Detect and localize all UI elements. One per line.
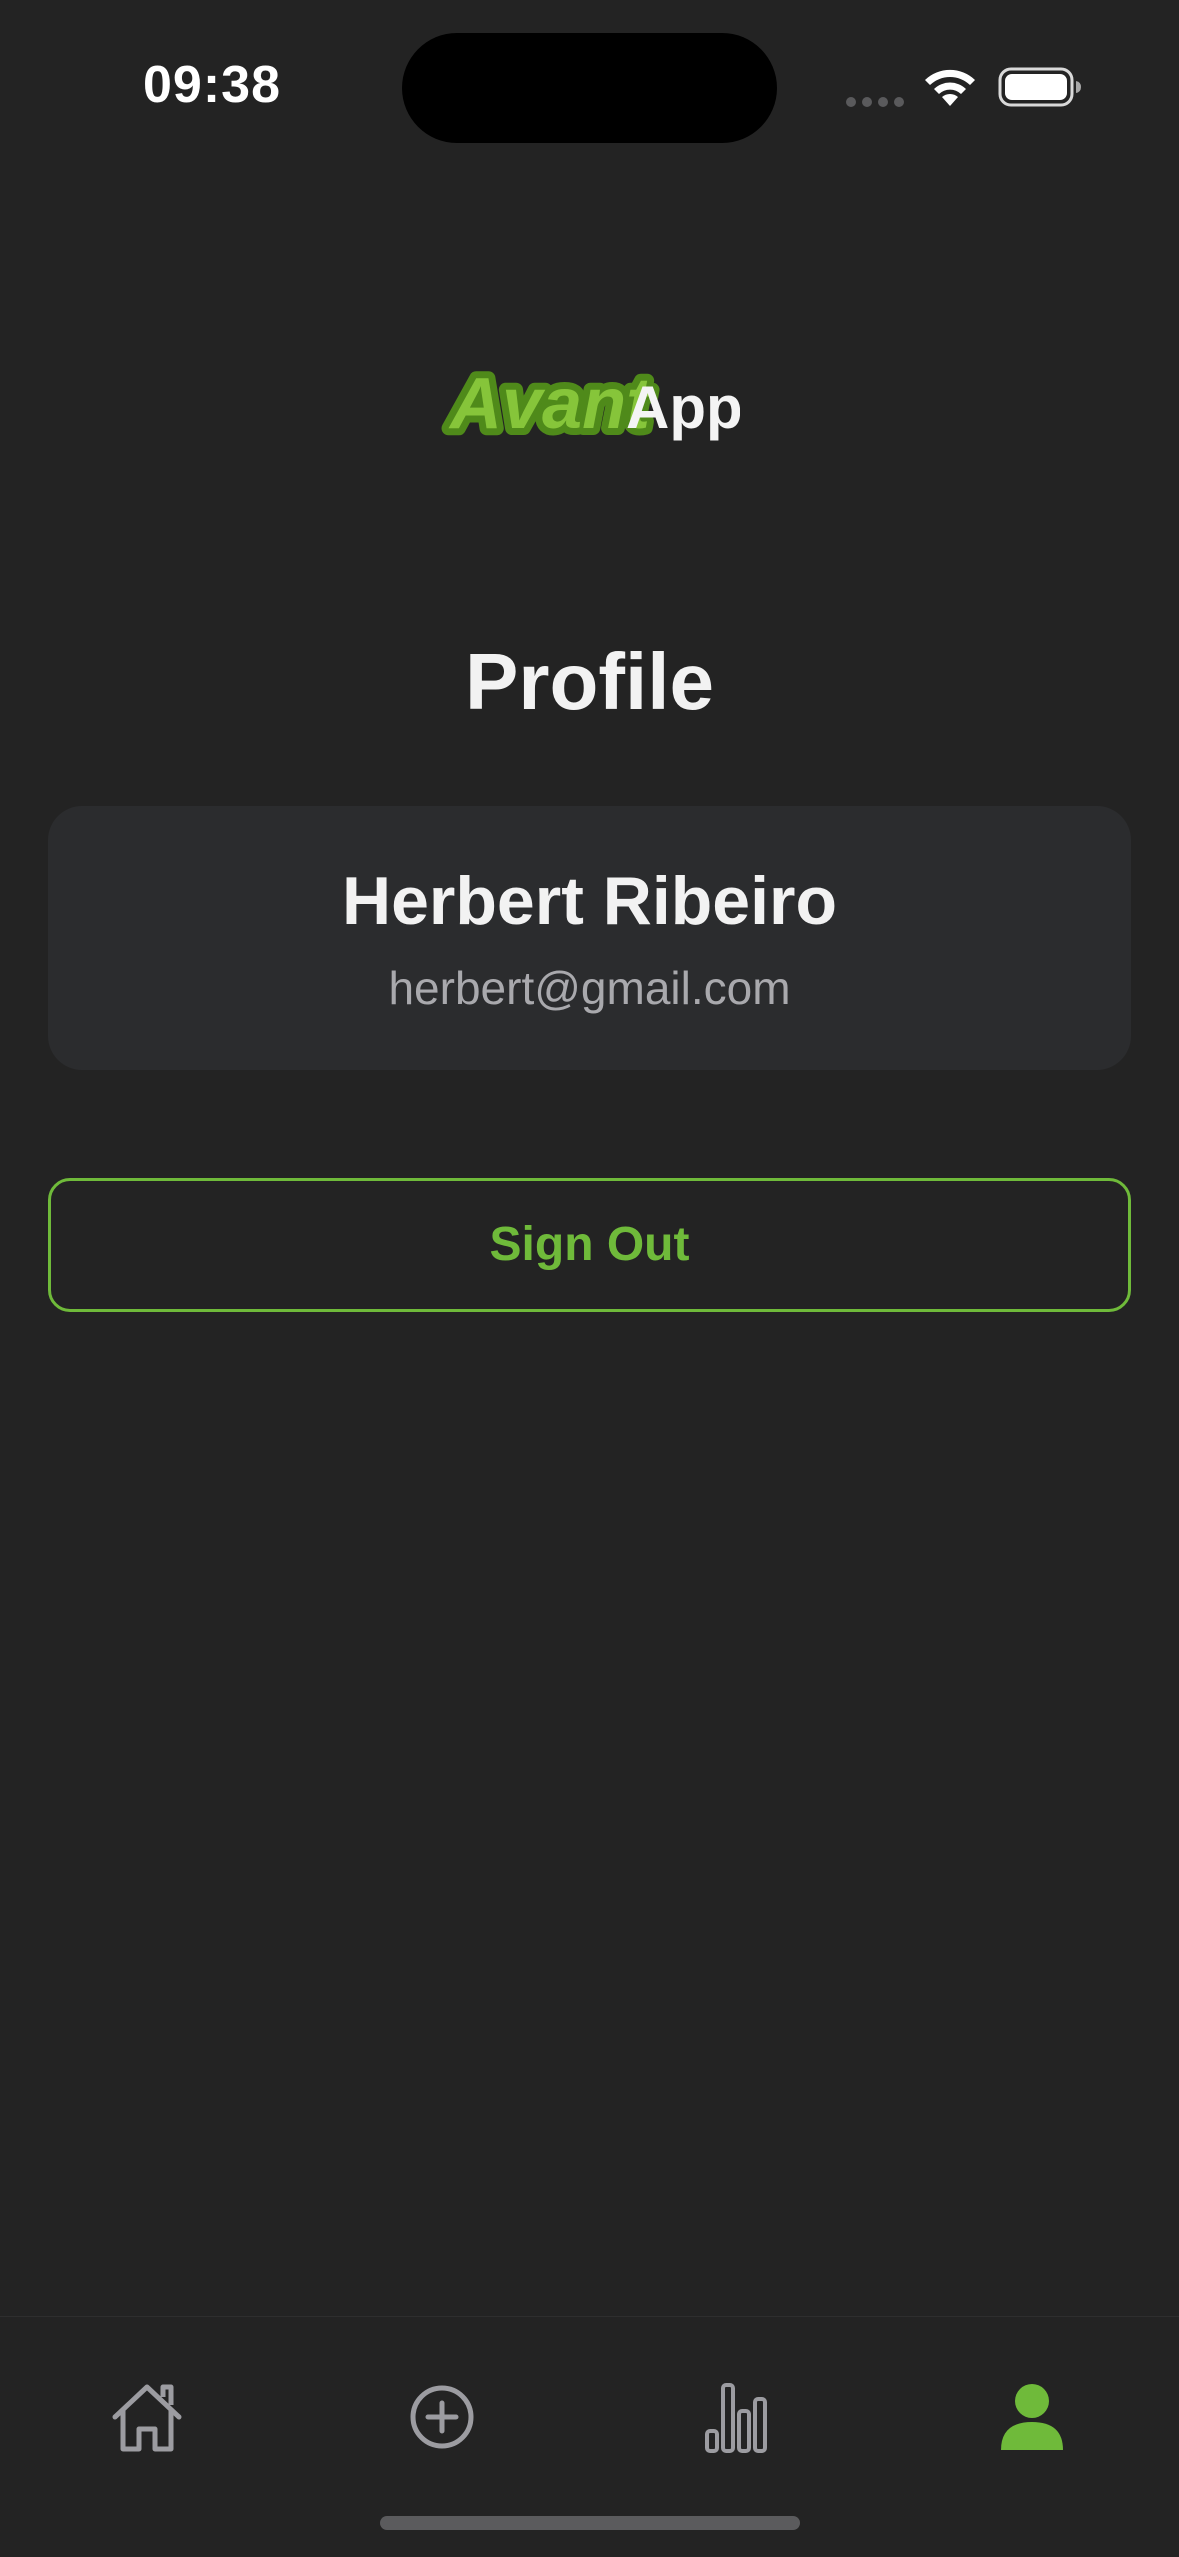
status-time: 09:38 bbox=[143, 56, 281, 114]
profile-name: Herbert Ribeiro bbox=[342, 863, 837, 939]
tab-stats[interactable] bbox=[677, 2367, 797, 2467]
battery-icon bbox=[998, 67, 1081, 107]
profile-card: Herbert Ribeiro herbert@gmail.com bbox=[48, 806, 1131, 1070]
app-logo: Avant Avant App bbox=[0, 350, 1179, 450]
bar-chart-icon bbox=[705, 2383, 767, 2453]
status-bar: 09:38 bbox=[0, 0, 1179, 150]
home-icon bbox=[112, 2384, 182, 2452]
home-indicator bbox=[380, 2516, 800, 2530]
tab-profile[interactable] bbox=[972, 2367, 1092, 2467]
add-circle-icon bbox=[410, 2385, 474, 2449]
cellular-signal-icon bbox=[846, 97, 904, 107]
profile-email: herbert@gmail.com bbox=[388, 962, 791, 1014]
svg-text:Avant: Avant bbox=[448, 364, 653, 444]
dynamic-island bbox=[402, 33, 777, 143]
svg-text:App: App bbox=[626, 374, 740, 441]
sign-out-button[interactable]: Sign Out bbox=[48, 1178, 1131, 1312]
tab-home[interactable] bbox=[87, 2367, 207, 2467]
wifi-icon bbox=[925, 69, 975, 106]
page-title: Profile bbox=[465, 637, 714, 726]
tab-add[interactable] bbox=[382, 2367, 502, 2467]
person-icon bbox=[1001, 2384, 1063, 2450]
